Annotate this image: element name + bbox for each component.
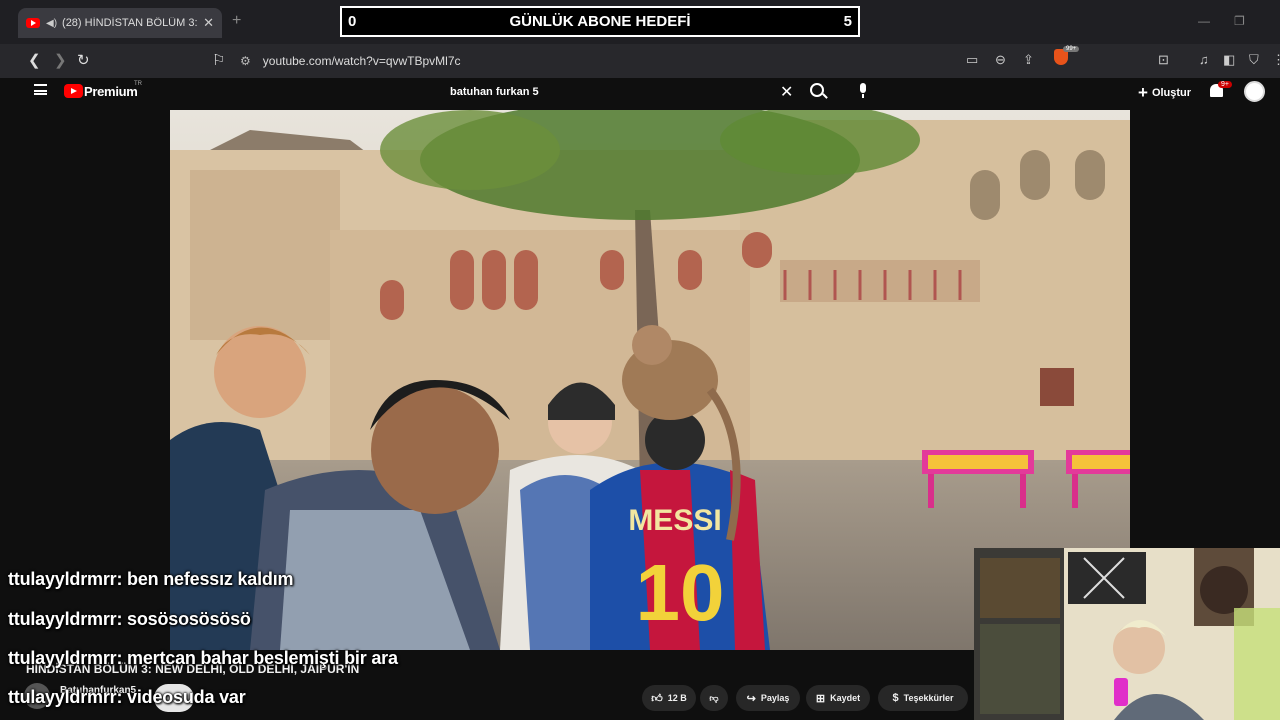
share-icon: ↪ (746, 692, 756, 705)
chat-text: sosösosösösö (127, 609, 251, 629)
save-label: Kaydet (830, 693, 861, 703)
youtube-logo-text[interactable]: Premium (84, 84, 138, 99)
chat-message: ttulayyldrmrr: videosuda var (8, 687, 246, 707)
goal-current-value: 0 (348, 13, 357, 30)
notifications-badge: 9+ (1218, 81, 1232, 88)
brave-badge: 99+ (1063, 46, 1080, 52)
goal-title: GÜNLÜK ABONE HEDEFİ (509, 13, 691, 30)
chat-message: ttulayyldrmrr: sosösosösösö (8, 609, 251, 629)
country-code: TR (134, 81, 142, 87)
url-text: youtube.com/watch?v=qvwTBpvMl7c (262, 54, 461, 68)
youtube-favicon-icon (26, 18, 40, 28)
tune-icon[interactable]: ⚙ (240, 54, 251, 68)
browser-tab[interactable]: ◀) (28) HİNDİSTAN BÖLÜM 3: NE ✕ (18, 8, 222, 38)
share-page-icon[interactable]: ⇪ (1023, 52, 1034, 68)
jersey-number: 10 (636, 548, 725, 637)
chat-text: mertcan bahar beslemişti bir ara (127, 648, 398, 668)
like-count: 12 B (667, 693, 687, 703)
chat-username: ttulayyldrmrr (8, 609, 117, 629)
forward-arrow-icon[interactable]: ❯ (54, 51, 67, 69)
microphone-icon[interactable] (857, 81, 870, 101)
youtube-logo-icon[interactable] (64, 84, 83, 98)
youtube-header: Premium TR batuhan furkan 5 ✕ + Oluştur … (16, 78, 1280, 110)
avatar[interactable] (1244, 81, 1265, 102)
reload-icon[interactable]: ↻ (77, 51, 90, 69)
address-toolbar: ❮ ❯ ↻ ⚐ ⚙ youtube.com/watch?v=qvwTBpvMl7… (0, 44, 1280, 78)
thanks-icon: $ (892, 692, 899, 704)
thumbs-down-icon: 👎︎ (709, 692, 719, 703)
chat-text: ben nefessız kaldım (127, 569, 294, 589)
more-menu-icon[interactable]: ⋮ (1272, 52, 1280, 68)
vpn-shield-icon[interactable]: ⛉ (1249, 52, 1259, 68)
jersey-name: MESSI (628, 504, 721, 537)
dislike-button[interactable]: 👎︎ (700, 685, 728, 711)
share-button[interactable]: ↪ Paylaş (736, 685, 800, 711)
cast-icon[interactable]: ▭ (966, 52, 978, 68)
hamburger-menu-icon[interactable] (34, 84, 47, 95)
music-icon[interactable]: ♫ (1199, 52, 1209, 67)
chat-username: ttulayyldrmrr (8, 569, 117, 589)
tab-title: (28) HİNDİSTAN BÖLÜM 3: NE (62, 17, 198, 29)
create-label: Oluştur (1151, 87, 1192, 99)
like-button[interactable]: 👍︎ 12 B (642, 685, 696, 711)
subscriber-goal-overlay: 0 GÜNLÜK ABONE HEDEFİ 5 (340, 6, 860, 37)
clear-search-icon[interactable]: ✕ (780, 82, 793, 102)
thanks-label: Teşekkürler (903, 693, 954, 703)
chat-username: ttulayyldrmrr (8, 648, 117, 668)
bookmark-icon[interactable]: ⚐ (212, 51, 225, 69)
goal-target-value: 5 (843, 13, 852, 30)
tab-close-icon[interactable]: ✕ (203, 15, 214, 31)
share-label: Paylaş (760, 693, 790, 703)
plus-icon: + (1138, 83, 1148, 102)
save-icon: ⊞ (815, 692, 826, 705)
new-tab-button[interactable]: + (232, 12, 241, 30)
minimize-icon[interactable]: — (1198, 14, 1210, 28)
sidebar-icon[interactable]: ◧ (1223, 52, 1235, 68)
chat-text: videosuda var (127, 687, 246, 707)
zoom-icon[interactable]: ⊖ (995, 52, 1006, 68)
url-field[interactable]: ⚙ youtube.com/watch?v=qvwTBpvMl7c (240, 49, 1080, 73)
thumbs-up-icon: 👍︎ (651, 692, 663, 705)
chat-username: ttulayyldrmrr (8, 687, 117, 707)
create-button[interactable]: + Oluştur (1138, 83, 1191, 103)
search-input[interactable]: batuhan furkan 5 (438, 78, 798, 106)
back-arrow-icon[interactable]: ❮ (28, 51, 41, 69)
search-icon[interactable] (810, 83, 824, 97)
thanks-button[interactable]: $ Teşekkürler (878, 685, 968, 711)
save-button[interactable]: ⊞ Kaydet (806, 685, 870, 711)
screenshot-icon[interactable]: ⊡ (1158, 52, 1169, 68)
chat-message: ttulayyldrmrr: mertcan bahar beslemişti … (8, 648, 398, 668)
chat-message: ttulayyldrmrr: ben nefessız kaldım (8, 569, 294, 589)
maximize-icon[interactable]: ❐ (1234, 14, 1245, 28)
webcam-overlay (974, 548, 1280, 720)
webcam-image (974, 548, 1280, 720)
audio-playing-icon[interactable]: ◀) (46, 18, 57, 29)
